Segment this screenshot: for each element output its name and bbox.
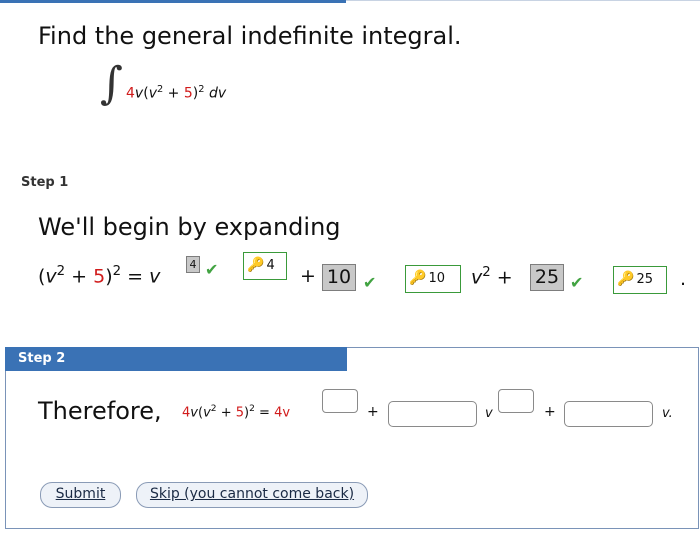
expansion-lhs: (v2 + 5)2 = v (38, 264, 161, 288)
answer-key-coefficient[interactable]: 🔑 10 (405, 265, 461, 293)
therefore-text: Therefore, (38, 397, 162, 425)
step2-label: Step 2 (18, 351, 66, 366)
key-icon: 🔑 (247, 257, 265, 273)
key-icon: 🔑 (409, 270, 427, 286)
check-icon: ✔ (570, 273, 584, 292)
key-icon: 🔑 (617, 271, 635, 287)
check-icon: ✔ (205, 260, 219, 279)
progress-bar-filled (0, 0, 346, 3)
period: . (680, 268, 687, 290)
answer-key-exponent[interactable]: 🔑 4 (243, 252, 287, 280)
coefficient-answer-blank[interactable]: 10 (322, 264, 356, 291)
exponent-answer-blank[interactable]: 4 (186, 256, 200, 273)
progress-bar-track (346, 0, 700, 1)
integral-sign: ∫ (100, 58, 123, 109)
coefficient-input-2[interactable] (564, 401, 653, 427)
step1-heading: We'll begin by expanding (38, 213, 341, 241)
coefficient-input-1[interactable] (388, 401, 477, 427)
problem-prompt: Find the general indefinite integral. (38, 22, 462, 50)
check-icon: ✔ (363, 273, 377, 292)
therefore-expression: 4v(v2 + 5)2 = 4v (182, 404, 291, 421)
constant-answer-blank[interactable]: 25 (530, 264, 564, 291)
variable-v: v (485, 406, 493, 421)
answer-key-constant[interactable]: 🔑 25 (613, 266, 667, 294)
plus-sign: + (544, 404, 556, 420)
step1-label: Step 1 (21, 175, 69, 190)
plus-sign: + (300, 265, 316, 287)
variable-v-end: v. (662, 406, 673, 421)
submit-button[interactable]: Submit (40, 482, 121, 508)
exponent-input-1[interactable] (322, 389, 358, 413)
plus-sign: + (367, 404, 379, 420)
exponent-input-2[interactable] (498, 389, 534, 413)
v-squared-term: v2 + (471, 265, 513, 289)
integrand: 4v(v2 + 5)2 dv (126, 84, 227, 102)
skip-button[interactable]: Skip (you cannot come back) (136, 482, 368, 508)
